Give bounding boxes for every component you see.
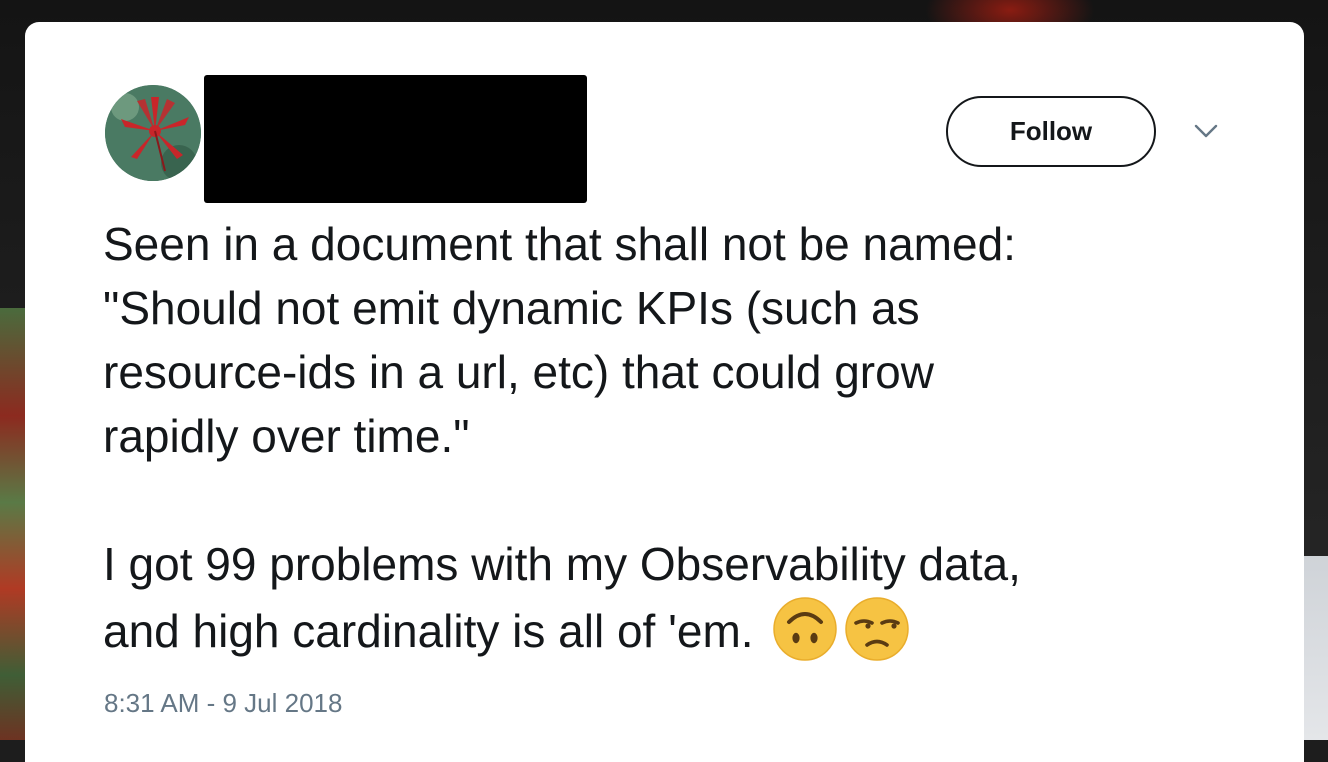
tweet-text: Seen in a document that shall not be nam…: [103, 212, 1273, 663]
avatar[interactable]: [105, 85, 201, 181]
tweet-text-line: Seen in a document that shall not be nam…: [103, 218, 1016, 270]
tweet-card: Follow Seen in a document that shall not…: [25, 22, 1304, 762]
tweet-text-line: I got 99 problems with my Observability …: [103, 538, 1021, 590]
upside-down-face-emoji: [773, 597, 838, 661]
chevron-down-icon[interactable]: [1193, 120, 1219, 142]
tweet-text-line-last: and high cardinality is all of 'em.: [103, 596, 1273, 663]
red-leaf-avatar: [105, 85, 201, 181]
tweet-text-line: "Should not emit dynamic KPIs (such as: [103, 282, 920, 334]
tweet-text-line: resource-ids in a url, etc) that could g…: [103, 346, 934, 398]
follow-button[interactable]: Follow: [946, 96, 1156, 167]
tweet-text-line: rapidly over time.": [103, 410, 470, 462]
tweet-timestamp[interactable]: 8:31 AM - 9 Jul 2018: [104, 688, 342, 719]
background-edge: [1304, 556, 1328, 740]
redacted-username: [204, 75, 587, 203]
tweet-text-line-content: and high cardinality is all of 'em.: [103, 605, 754, 657]
background-leaf-edge: [0, 308, 26, 740]
unamused-face-emoji: [845, 597, 910, 661]
